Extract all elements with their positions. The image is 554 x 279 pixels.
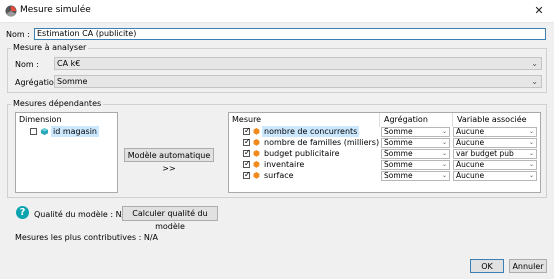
dimension-panel: Dimension id magasin	[15, 112, 118, 193]
row-agregation-value: Somme	[384, 171, 413, 180]
contributives-label: Mesures les plus contributives : N/A	[15, 233, 159, 242]
chevron-down-icon: ⌄	[528, 128, 534, 135]
cube-icon: ⬢	[253, 160, 260, 169]
row-variable-select[interactable]: Aucune ⌄	[453, 160, 537, 170]
chevron-down-icon: ⌄	[528, 172, 534, 179]
qualite-label: Qualité du modèle : N/A	[34, 210, 130, 219]
modele-automatique-button[interactable]: Modèle automatique >>	[124, 148, 214, 173]
cube-icon: ⬢	[253, 138, 260, 147]
row-agregation-select[interactable]: Somme ⌄	[381, 138, 450, 148]
row-mesure-label: budget publicitaire	[264, 149, 340, 158]
column-divider	[379, 113, 380, 127]
row-variable-value: Aucune	[456, 160, 485, 169]
row-checkbox[interactable]	[243, 159, 251, 168]
annuler-button[interactable]: Annuler	[509, 259, 547, 273]
agregation-select[interactable]: Somme ⌄	[54, 75, 542, 88]
row-agregation-value: Somme	[384, 138, 413, 147]
column-header-agregation: Agrégation	[384, 115, 428, 124]
title-bar: Mesure simulée ✕	[0, 0, 554, 23]
table-row[interactable]: ⬢ budget publicitaire Somme ⌄ var budget…	[229, 148, 540, 159]
chevron-down-icon: ⌄	[441, 161, 447, 168]
table-row[interactable]: ⬢ nombre de concurrents Somme ⌄ Aucune ⌄	[229, 126, 540, 137]
row-variable-value: Aucune	[456, 138, 485, 147]
nom-input[interactable]: Estimation CA (publicite)	[34, 28, 546, 40]
calculer-qualite-button[interactable]: Calculer qualité du modèle	[122, 206, 218, 231]
annuler-label: Annuler	[512, 262, 544, 271]
chevron-down-icon: ⌄	[441, 139, 447, 146]
row-variable-value: var budget pub	[456, 149, 514, 158]
chevron-down-icon: ⌄	[528, 139, 534, 146]
row-agregation-value: Somme	[384, 149, 413, 158]
mesure-nom-value: CA k€	[57, 59, 81, 68]
row-checkbox[interactable]	[243, 137, 251, 146]
row-checkbox[interactable]	[243, 170, 251, 179]
mesure-nom-select[interactable]: CA k€ ⌄	[54, 57, 542, 70]
chevron-down-icon: ⌄	[441, 128, 447, 135]
row-variable-value: Aucune	[456, 127, 485, 136]
chevron-down-icon: ⌄	[441, 172, 447, 179]
chevron-down-icon: ⌄	[531, 59, 538, 68]
agregation-value: Somme	[57, 77, 88, 86]
row-mesure-label: nombre de concurrents	[262, 126, 360, 137]
table-row[interactable]: ⬢ nombre de familles (milliers) Somme ⌄ …	[229, 137, 540, 148]
row-agregation-value: Somme	[384, 160, 413, 169]
close-button[interactable]: ✕	[527, 2, 551, 19]
calculer-qualite-label: Calculer qualité du modèle	[132, 209, 208, 231]
column-header-mesure: Mesure	[232, 115, 262, 124]
row-agregation-select[interactable]: Somme ⌄	[381, 160, 450, 170]
agregation-label: Agrégation	[15, 78, 59, 87]
ok-button[interactable]: OK	[470, 259, 504, 273]
chevron-down-icon: ⌄	[528, 161, 534, 168]
table-row[interactable]: ⬢ surface Somme ⌄ Aucune ⌄	[229, 170, 540, 181]
row-mesure-label: surface	[264, 171, 294, 180]
dimension-item-id-magasin[interactable]: id magasin	[51, 126, 99, 137]
dimension-header: Dimension	[19, 115, 62, 124]
app-icon	[5, 5, 17, 17]
nom-input-value: Estimation CA (publicite)	[37, 29, 137, 38]
column-header-variable: Variable associée	[457, 115, 527, 124]
row-agregation-select[interactable]: Somme ⌄	[381, 171, 450, 181]
nom-label: Nom :	[6, 30, 30, 39]
cube-icon: ⬢	[253, 149, 260, 158]
row-agregation-select[interactable]: Somme ⌄	[381, 127, 450, 137]
mesure-table: Mesure Agrégation Variable associée ⬢ no…	[228, 112, 541, 193]
row-variable-select[interactable]: var budget pub ⌄	[453, 149, 537, 159]
ok-label: OK	[481, 262, 493, 271]
mesure-a-analyser-legend: Mesure à analyser	[11, 43, 89, 52]
row-mesure-label: inventaire	[264, 160, 305, 169]
mesures-dependantes-legend: Mesures dépendantes	[11, 99, 104, 108]
row-variable-select[interactable]: Aucune ⌄	[453, 127, 537, 137]
row-checkbox[interactable]	[243, 148, 251, 157]
row-agregation-select[interactable]: Somme ⌄	[381, 149, 450, 159]
table-row[interactable]: ⬢ inventaire Somme ⌄ Aucune ⌄	[229, 159, 540, 170]
chevron-down-icon: ⌄	[441, 150, 447, 157]
help-icon[interactable]: ?	[16, 206, 29, 219]
close-icon: ✕	[534, 4, 544, 17]
row-variable-select[interactable]: Aucune ⌄	[453, 138, 537, 148]
chevron-down-icon: ⌄	[528, 150, 534, 157]
mesure-nom-label: Nom :	[15, 60, 39, 69]
chevron-down-icon: ⌄	[531, 77, 538, 86]
cube-icon: ⬢	[253, 127, 260, 136]
row-agregation-value: Somme	[384, 127, 413, 136]
dimension-cube-icon	[41, 128, 48, 135]
row-mesure-label: nombre de familles (milliers)	[264, 138, 380, 147]
column-divider	[452, 113, 453, 127]
window-title: Mesure simulée	[20, 5, 91, 15]
row-variable-select[interactable]: Aucune ⌄	[453, 171, 537, 181]
dimension-checkbox[interactable]	[30, 128, 37, 135]
row-variable-value: Aucune	[456, 171, 485, 180]
cube-icon: ⬢	[253, 171, 260, 180]
row-checkbox[interactable]	[243, 126, 251, 135]
